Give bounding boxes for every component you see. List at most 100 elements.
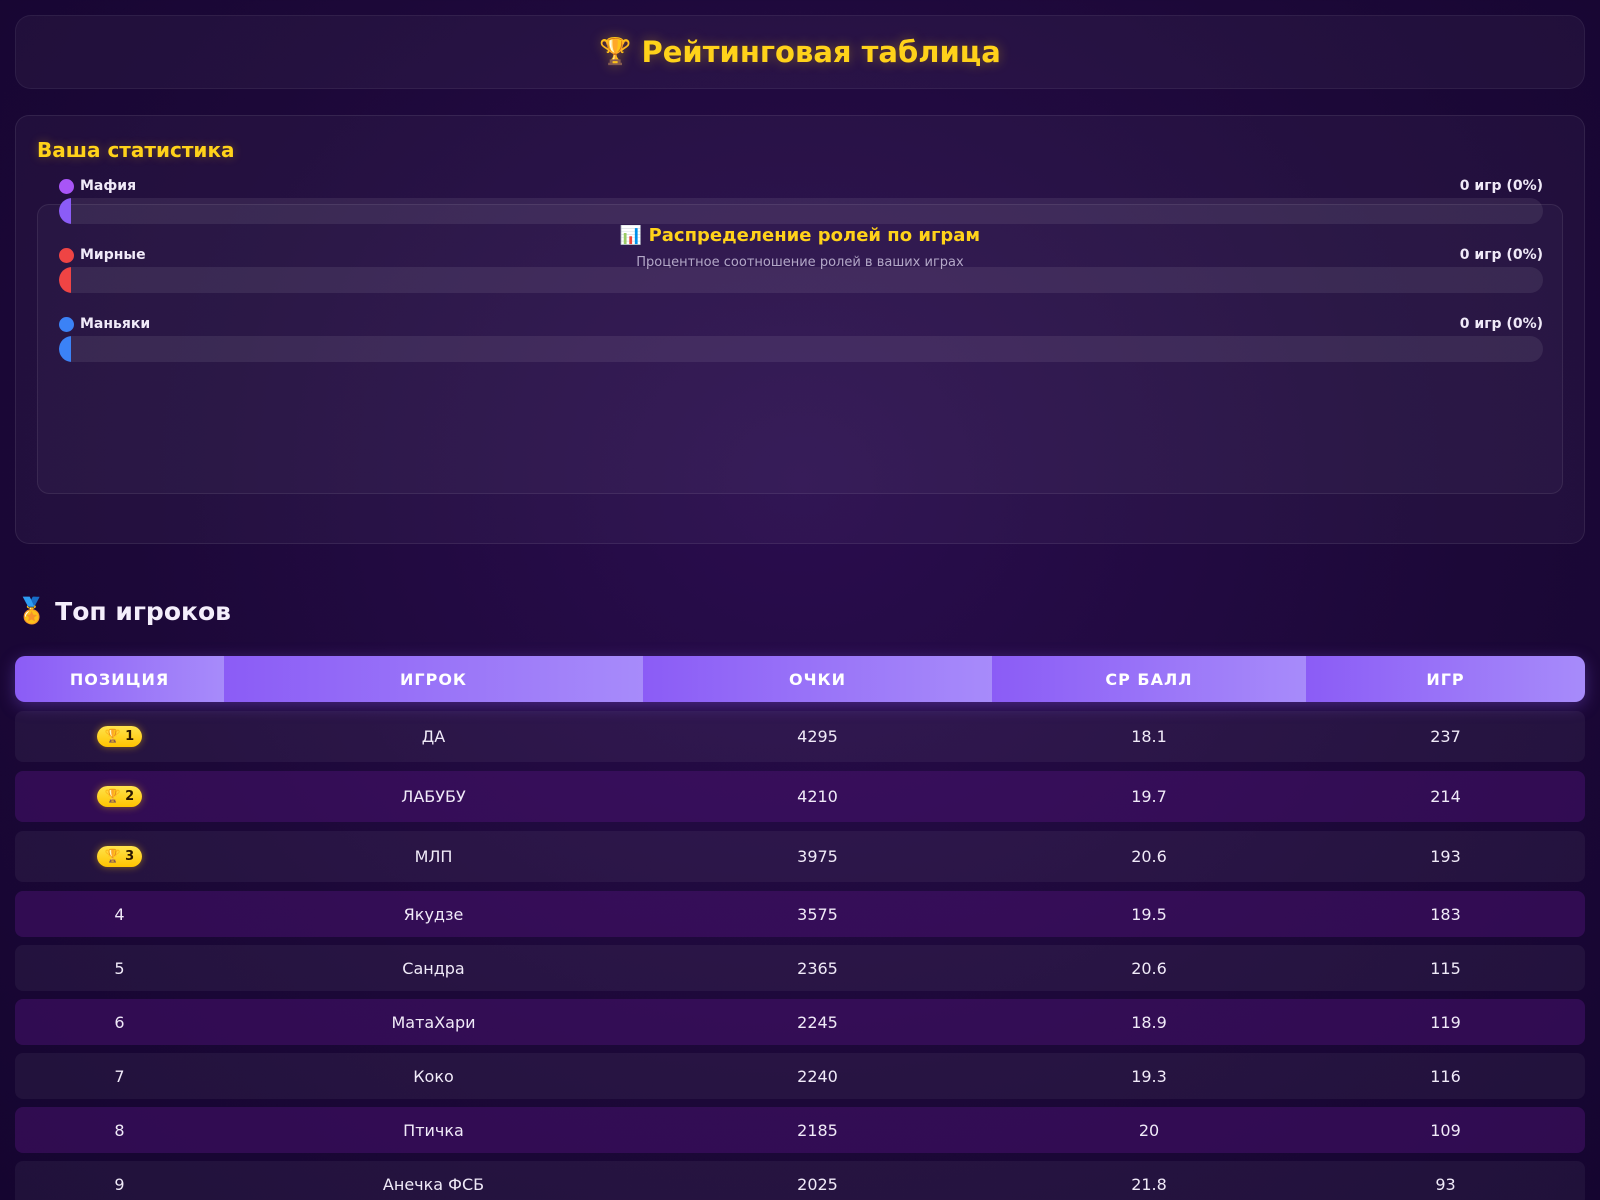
- top-players-title: 🏅 Топ игроков: [16, 596, 231, 626]
- trophy-icon: 🏆: [104, 849, 122, 864]
- player-name: МатаХари: [391, 1012, 476, 1032]
- column-header-position[interactable]: ПОЗИЦИЯ: [15, 656, 224, 702]
- role-bar-track: [59, 267, 1543, 293]
- role-name: Мирные: [59, 247, 146, 263]
- rank-number: 2: [125, 789, 135, 804]
- player-points: 2240: [797, 1066, 838, 1086]
- role-count: 0 игр (0%): [1459, 316, 1543, 332]
- cell-position: 🏆 2: [15, 771, 224, 822]
- cell-position: 9: [15, 1161, 224, 1200]
- player-avg-score: 19.5: [1131, 904, 1167, 924]
- player-avg-score: 18.9: [1131, 1012, 1167, 1032]
- top-players-title-text: Топ игроков: [55, 596, 231, 626]
- role-name: Маньяки: [59, 316, 150, 332]
- player-points: 4210: [797, 787, 838, 806]
- player-games: 183: [1430, 904, 1461, 924]
- rank-number: 9: [114, 1174, 125, 1194]
- cell-position: 7: [15, 1053, 224, 1099]
- player-points: 2185: [797, 1120, 838, 1140]
- player-games: 109: [1430, 1120, 1461, 1140]
- table-row[interactable]: 9 Анечка ФСБ 2025 21.8 93: [15, 1161, 1585, 1200]
- role-label: Мафия: [80, 178, 137, 194]
- player-name: Якудзе: [403, 904, 464, 924]
- table-row[interactable]: 8 Птичка 2185 20 109: [15, 1107, 1585, 1153]
- column-header-points[interactable]: ОЧКИ: [643, 656, 992, 702]
- rank-badge: 🏆 3: [96, 846, 143, 867]
- role-bar-fill: [59, 336, 71, 362]
- player-avg-score: 21.8: [1131, 1174, 1167, 1194]
- trophy-icon: 🏆: [104, 729, 122, 744]
- player-points: 2365: [797, 958, 838, 978]
- player-name: Птичка: [403, 1120, 464, 1140]
- cell-position: 5: [15, 945, 224, 991]
- role-count: 0 игр (0%): [1459, 247, 1543, 263]
- rank-number: 3: [125, 849, 135, 864]
- role-row: Маньяки 0 игр (0%): [59, 316, 1543, 366]
- rank-badge: 🏆 2: [96, 786, 143, 807]
- player-games: 115: [1430, 958, 1461, 978]
- rank-badge: 🏆 1: [96, 726, 143, 747]
- table-row[interactable]: 🏆 3 МЛП 3975 20.6 193: [15, 831, 1585, 882]
- role-bar-track: [59, 198, 1543, 224]
- cell-position: 4: [15, 891, 224, 937]
- rank-number: 1: [125, 729, 135, 744]
- column-header-avg[interactable]: СР БАЛЛ: [992, 656, 1306, 702]
- role-bar-track: [59, 336, 1543, 362]
- role-row: Мирные 0 игр (0%): [59, 247, 1543, 297]
- table-row[interactable]: 6 МатаХари 2245 18.9 119: [15, 999, 1585, 1045]
- cell-position: 🏆 1: [15, 711, 224, 762]
- player-avg-score: 20: [1138, 1120, 1160, 1140]
- player-avg-score: 19.3: [1131, 1066, 1167, 1086]
- player-games: 237: [1430, 727, 1461, 746]
- table-row[interactable]: 🏆 1 ДА 4295 18.1 237: [15, 711, 1585, 762]
- rank-number: 8: [114, 1120, 125, 1140]
- player-avg-score: 19.7: [1131, 787, 1167, 806]
- stats-card: Ваша статистика 📊 Распределение ролей по…: [15, 115, 1585, 544]
- rank-number: 4: [114, 904, 125, 924]
- rank-number: 7: [114, 1066, 125, 1086]
- role-dot-icon: [59, 316, 74, 332]
- player-avg-score: 20.6: [1131, 847, 1167, 866]
- player-name: МЛП: [414, 847, 453, 866]
- trophy-icon: 🏆: [599, 37, 632, 67]
- role-label: Маньяки: [80, 316, 151, 332]
- player-name: ДА: [421, 727, 446, 746]
- role-row: Мафия 0 игр (0%): [59, 178, 1543, 228]
- role-name: Мафия: [59, 178, 136, 194]
- table-row[interactable]: 🏆 2 ЛАБУБУ 4210 19.7 214: [15, 771, 1585, 822]
- role-bar-fill: [59, 267, 71, 293]
- player-points: 2245: [797, 1012, 838, 1032]
- cell-position: 🏆 3: [15, 831, 224, 882]
- rank-number: 5: [114, 958, 125, 978]
- table-row[interactable]: 5 Сандра 2365 20.6 115: [15, 945, 1585, 991]
- role-label: Мирные: [80, 247, 146, 263]
- role-dot-icon: [59, 247, 74, 263]
- role-dot-icon: [59, 178, 74, 194]
- player-games: 214: [1430, 787, 1461, 806]
- player-games: 93: [1435, 1174, 1456, 1194]
- player-name: Сандра: [402, 958, 465, 978]
- player-name: ЛАБУБУ: [401, 787, 466, 806]
- player-games: 119: [1430, 1012, 1461, 1032]
- player-avg-score: 20.6: [1131, 958, 1167, 978]
- player-name: Коко: [413, 1066, 454, 1086]
- player-name: Анечка ФСБ: [382, 1174, 485, 1194]
- cell-position: 8: [15, 1107, 224, 1153]
- page-header: 🏆 Рейтинговая таблица: [15, 15, 1585, 89]
- medal-icon: 🏅: [16, 596, 48, 625]
- column-header-player[interactable]: ИГРОК: [224, 656, 643, 702]
- player-games: 116: [1430, 1066, 1461, 1086]
- chart-icon: 📊: [619, 225, 643, 246]
- table-row[interactable]: 4 Якудзе 3575 19.5 183: [15, 891, 1585, 937]
- player-points: 3975: [797, 847, 838, 866]
- roles-distribution-card: 📊 Распределение ролей по играм Процентно…: [37, 178, 1563, 494]
- cell-position: 6: [15, 999, 224, 1045]
- rank-number: 6: [114, 1012, 125, 1032]
- page-title-text: Рейтинговая таблица: [641, 35, 1001, 69]
- page-title: 🏆 Рейтинговая таблица: [599, 35, 1001, 69]
- table-row[interactable]: 7 Коко 2240 19.3 116: [15, 1053, 1585, 1099]
- column-header-games[interactable]: ИГР: [1306, 656, 1585, 702]
- player-points: 2025: [797, 1174, 838, 1194]
- roles-title: 📊 Распределение ролей по играм: [38, 225, 1562, 246]
- player-avg-score: 18.1: [1131, 727, 1167, 746]
